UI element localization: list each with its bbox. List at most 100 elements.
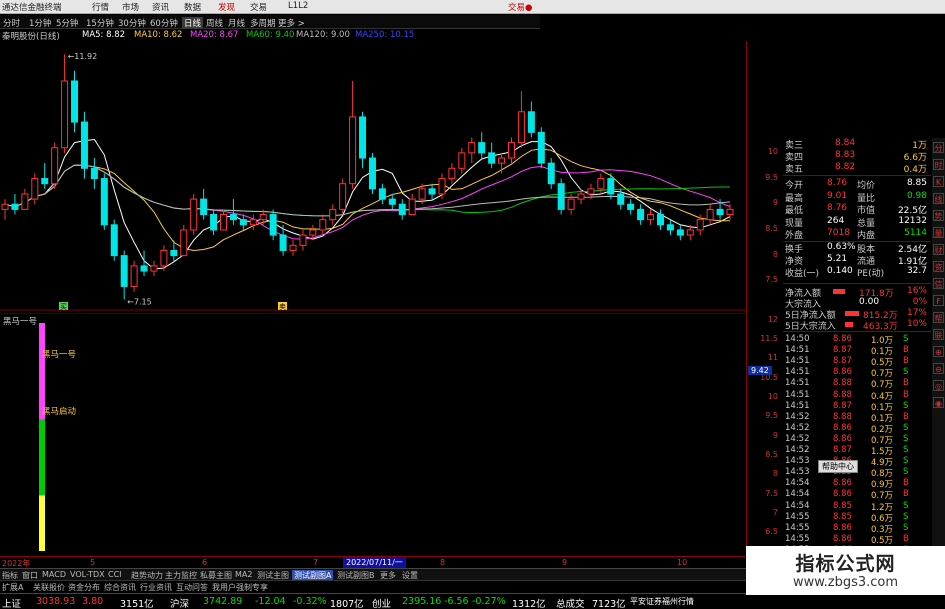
- watermark-url: www.zbgs3.com: [792, 575, 899, 590]
- side-icon-11[interactable]: 联: [933, 329, 944, 340]
- info-menu-1[interactable]: 关联报价: [33, 582, 65, 593]
- side-icon-3[interactable]: 线: [933, 193, 944, 204]
- index-change-sh: 3.80: [82, 596, 104, 607]
- indicator-tick: 8: [772, 469, 778, 479]
- indicator-chart[interactable]: 黑马一号 黑马启动: [0, 313, 745, 551]
- candle: [517, 91, 525, 148]
- candle: [368, 152, 376, 194]
- side-icon-10[interactable]: 帮: [933, 312, 944, 323]
- candle: [319, 214, 327, 236]
- title-bar: 通达信金融终端 行情 市场 资讯 数据 发现 交易 L1L2 交易●: [0, 0, 945, 14]
- period-2[interactable]: 5分钟: [56, 17, 78, 29]
- help-center-tooltip[interactable]: 帮助中心: [818, 460, 858, 473]
- menu-discover[interactable]: 发现: [218, 1, 235, 13]
- tick-time: 14:54: [785, 489, 810, 500]
- menu-market[interactable]: 市场: [122, 1, 139, 13]
- tick-price: 8.86: [833, 422, 852, 433]
- quote-value: 9.01: [827, 190, 848, 201]
- period-8[interactable]: 月线: [228, 17, 245, 29]
- side-icon-14[interactable]: ◎: [933, 380, 944, 391]
- side-icon-6[interactable]: 财: [933, 244, 944, 255]
- tick-list[interactable]: 14:50 8.86 1.0万 S 14:51 8.87 0.1万 B 14:51 8.87 0.5…: [783, 331, 931, 557]
- period-7[interactable]: 周线: [206, 17, 223, 29]
- period-9[interactable]: 多周期: [250, 17, 276, 29]
- tick-side: B: [903, 411, 909, 422]
- candle: [180, 224, 188, 257]
- tick-time: 14:54: [785, 478, 810, 489]
- period-toolbar: 分时 1分钟 5分钟 15分钟 30分钟 60分钟 日线 周线 月线 多周期 更多 >: [0, 15, 540, 29]
- side-icon-9[interactable]: F: [933, 295, 944, 306]
- index-label-sh: 上证: [2, 599, 22, 609]
- broker-label: 平安证券福州行情: [630, 597, 694, 606]
- menu-news[interactable]: 资讯: [152, 1, 169, 13]
- low-price-label: ←7.15: [127, 297, 152, 306]
- menu-quotes[interactable]: 行情: [92, 1, 109, 13]
- price-tick: 7.5: [765, 275, 778, 285]
- tick-side: S: [903, 500, 909, 511]
- period-3[interactable]: 15分钟: [86, 17, 114, 29]
- info-menu-4[interactable]: 行业资讯: [140, 582, 172, 593]
- period-10[interactable]: 更多 >: [278, 17, 305, 29]
- info-menu-2[interactable]: 资金分布: [68, 582, 100, 593]
- quote-value: 0.98: [906, 190, 927, 201]
- side-icon-15[interactable]: ◉: [933, 397, 944, 408]
- side-icon-13[interactable]: ⊖: [933, 363, 944, 374]
- tick-time: 14:51: [785, 378, 810, 389]
- quote-value: 0.140: [827, 266, 853, 277]
- side-icon-7[interactable]: 资: [933, 261, 944, 272]
- menu-l1l2[interactable]: L1L2: [288, 1, 308, 11]
- period-6[interactable]: 日线: [182, 17, 204, 29]
- quote-row: 最高 9.01 量比 0.98: [783, 190, 931, 204]
- menu-data[interactable]: 数据: [184, 1, 201, 13]
- tick-side: B: [903, 378, 909, 389]
- quote-value: 264: [827, 215, 845, 226]
- side-icon-2[interactable]: K: [933, 176, 944, 187]
- kline-chart[interactable]: ←11.92 ←7.15 买 卖: [0, 41, 745, 311]
- tick-row: 14:55 8.86 0.3万 S: [783, 523, 931, 535]
- cursor-value-tag: 9.42: [748, 366, 772, 375]
- period-4[interactable]: 30分钟: [118, 17, 146, 29]
- period-5[interactable]: 60分钟: [150, 17, 178, 29]
- tick-side: S: [903, 445, 909, 455]
- time-axis: 2022年 5 6 7 8 9 10 2022/07/11/一: [0, 556, 745, 568]
- tick-price: 8.88: [833, 389, 852, 400]
- trade-shortcut[interactable]: 交易●: [508, 1, 532, 13]
- tick-time: 14:55: [785, 533, 810, 544]
- tick-time: 14:52: [785, 411, 810, 422]
- tick-time: 14:51: [785, 400, 810, 411]
- indicator-tab-2[interactable]: MACD: [42, 570, 66, 579]
- indicator-tab-4[interactable]: CCI: [108, 570, 122, 579]
- tick-price: 8.88: [833, 378, 852, 389]
- candle: [428, 183, 436, 200]
- tick-side: S: [903, 511, 909, 522]
- candle: [100, 173, 108, 230]
- order-book-volume: 0.4万: [903, 165, 927, 175]
- info-menu-6[interactable]: 我用户强制专享: [212, 582, 268, 593]
- menu-trade[interactable]: 交易: [250, 1, 267, 13]
- side-icon-12[interactable]: ⊕: [933, 346, 944, 357]
- price-tick: 8: [772, 249, 778, 259]
- quote-value: 22.5亿: [897, 206, 927, 217]
- tick-price: 8.86: [833, 522, 852, 533]
- tick-row: 14:52 8.86 0.7万 S: [783, 434, 931, 446]
- side-icon-4[interactable]: 势: [933, 210, 944, 221]
- indicator-tab-3[interactable]: VOL-TDX: [70, 570, 105, 579]
- side-icon-0[interactable]: 分: [933, 142, 944, 153]
- info-menu-0[interactable]: 扩展A: [2, 582, 23, 593]
- info-menu-3[interactable]: 综合资讯: [104, 582, 136, 593]
- candle: [488, 142, 496, 169]
- period-0[interactable]: 分时: [3, 17, 20, 29]
- side-icon-1[interactable]: 时: [933, 159, 944, 170]
- candle: [498, 152, 506, 174]
- candle: [130, 260, 138, 292]
- tick-row: 14:54 8.86 0.7万 B: [783, 489, 931, 501]
- candle: [249, 214, 257, 230]
- period-1[interactable]: 1分钟: [29, 17, 51, 29]
- side-icon-5[interactable]: 量: [933, 227, 944, 238]
- tick-side: B: [903, 389, 909, 400]
- info-menu-5[interactable]: 互动问答: [176, 582, 208, 593]
- candle: [239, 214, 247, 230]
- tick-side: S: [903, 422, 909, 433]
- side-icon-8[interactable]: 信: [933, 278, 944, 289]
- indicator-tab-8[interactable]: MA2: [235, 570, 252, 579]
